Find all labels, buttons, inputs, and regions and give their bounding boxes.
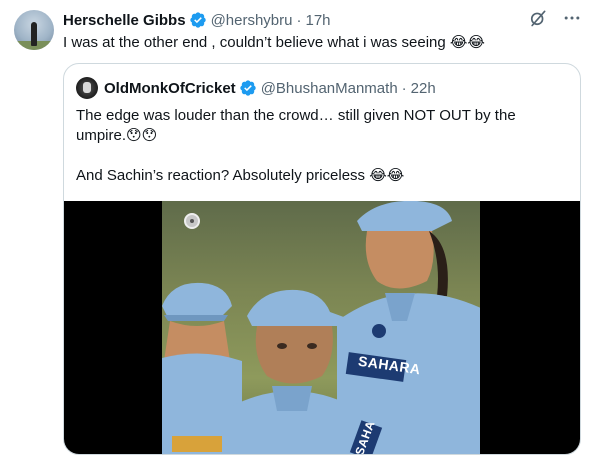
avatar-figure xyxy=(31,22,37,46)
author-avatar[interactable] xyxy=(14,10,54,50)
player-left xyxy=(162,282,242,454)
grok-icon[interactable] xyxy=(528,8,548,28)
player-middle xyxy=(232,289,352,454)
quote-text-line1: The edge was louder than the crowd… stil… xyxy=(76,107,516,144)
player-right xyxy=(337,201,480,454)
author-name[interactable]: Herschelle Gibbs xyxy=(63,12,186,29)
quoted-tweet[interactable]: OldMonkOfCricket @BhushanManmath · 22h T… xyxy=(63,63,581,455)
quote-text: The edge was louder than the crowd… stil… xyxy=(76,106,566,186)
verified-badge-icon xyxy=(240,80,256,96)
quote-author-avatar[interactable] xyxy=(76,77,98,99)
author-handle[interactable]: @hershybru xyxy=(211,12,293,29)
quote-time[interactable]: 22h xyxy=(411,80,436,97)
quote-text-line2: And Sachin’s reaction? Absolutely pricel… xyxy=(76,167,405,184)
tweet-text: I was at the other end , couldn’t believ… xyxy=(63,34,485,51)
separator-dot: · xyxy=(401,79,407,97)
quote-author-handle[interactable]: @BhushanManmath xyxy=(261,80,398,97)
video-player[interactable]: SAHARA SAHA xyxy=(64,201,580,454)
record-indicator-icon xyxy=(184,213,200,229)
verified-badge-icon xyxy=(189,12,206,28)
quote-header: OldMonkOfCricket @BhushanManmath · 22h xyxy=(104,77,436,99)
separator-dot: · xyxy=(296,11,302,29)
tweet-actions-top xyxy=(528,8,582,28)
more-options-icon[interactable] xyxy=(562,8,582,28)
quote-author-name[interactable]: OldMonkOfCricket xyxy=(104,80,236,97)
tweet-header: Herschelle Gibbs @hershybru · 17h xyxy=(63,9,331,31)
video-frame: SAHARA SAHA xyxy=(162,201,480,454)
tweet-time[interactable]: 17h xyxy=(306,12,331,29)
